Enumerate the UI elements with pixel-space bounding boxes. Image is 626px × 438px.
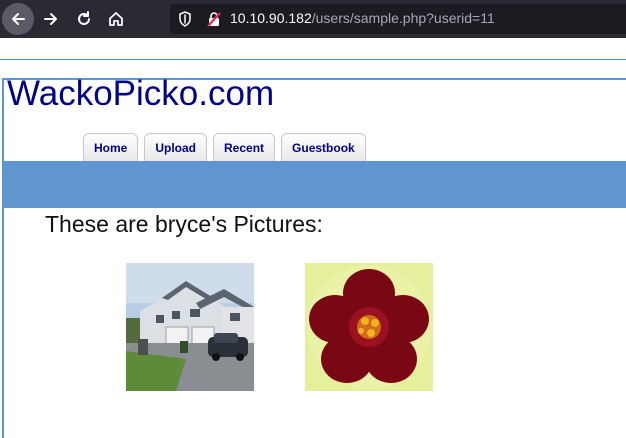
picture-house[interactable] <box>126 263 254 391</box>
url-path: /users/sample.php?userid=11 <box>311 10 495 26</box>
tab-recent[interactable]: Recent <box>213 133 276 161</box>
tab-home[interactable]: Home <box>83 133 139 161</box>
forward-arrow-icon <box>44 13 57 25</box>
browser-toolbar: 10.10.90.182/users/sample.php?userid=11 <box>0 0 626 38</box>
back-arrow-icon <box>12 13 25 25</box>
url-host: 10.10.90.182 <box>230 10 312 26</box>
picture-flower[interactable] <box>305 263 433 391</box>
reload-button[interactable] <box>68 3 100 35</box>
forward-button[interactable] <box>35 3 67 35</box>
back-button[interactable] <box>2 3 34 35</box>
reload-icon <box>78 11 90 25</box>
site-nav: Home Upload Recent Guestbook <box>83 133 366 161</box>
insecure-lock-icon[interactable] <box>206 11 222 32</box>
address-bar[interactable]: 10.10.90.182/users/sample.php?userid=11 <box>170 4 626 34</box>
home-icon <box>109 12 123 26</box>
page-heading: These are bryce's Pictures: <box>45 211 323 237</box>
tab-upload[interactable]: Upload <box>144 133 208 161</box>
content-divider <box>0 59 626 60</box>
header-bar <box>4 161 626 208</box>
home-button[interactable] <box>100 3 132 35</box>
url-text[interactable]: 10.10.90.182/users/sample.php?userid=11 <box>230 10 495 26</box>
site-logo[interactable]: WackoPicko.com <box>7 74 274 114</box>
browser-spacer <box>0 38 626 59</box>
shield-icon[interactable] <box>178 11 192 32</box>
tab-guestbook[interactable]: Guestbook <box>281 133 366 161</box>
